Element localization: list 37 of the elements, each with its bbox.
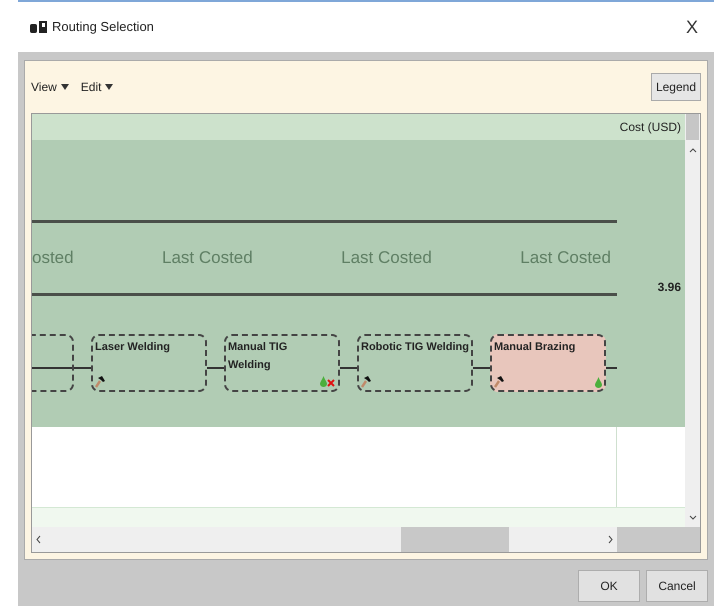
hammer-icon (95, 375, 106, 388)
dialog-button[interactable]: Cancel (646, 570, 708, 602)
menu-item[interactable]: Edit (80, 78, 114, 96)
lane-label: osted (32, 247, 74, 270)
routing-node[interactable]: Manual TIG Welding (224, 334, 340, 392)
close-button[interactable]: X (682, 14, 702, 40)
column-header: Cost (USD) (620, 119, 681, 136)
lane-label: Last Costed (162, 247, 253, 270)
hammer-icon (361, 375, 372, 388)
legend-button[interactable]: Legend (650, 73, 701, 101)
scrollbar-thumb[interactable] (401, 527, 509, 552)
vertical-scrollbar[interactable] (685, 114, 700, 527)
droplet-icon (595, 377, 602, 388)
menu-item[interactable]: View (31, 78, 69, 96)
node-label: Laser Welding (95, 340, 171, 355)
dropdown-caret-icon (60, 84, 69, 90)
lane-label: Last Costed (341, 247, 432, 270)
scroll-down-icon[interactable] (688, 514, 696, 520)
app-logo-icon (30, 21, 48, 33)
scroll-up-icon[interactable] (688, 148, 696, 152)
routing-node[interactable]: Robotic TIG Welding (357, 334, 473, 392)
scroll-right-icon[interactable] (608, 535, 613, 544)
hammer-icon (494, 375, 505, 388)
node-label: Manual TIG Welding (228, 340, 288, 373)
dropdown-caret-icon (105, 84, 114, 90)
droplet-icon (320, 376, 327, 387)
routing-node[interactable]: Laser Welding (91, 334, 207, 392)
window-title: Routing Selection (52, 18, 154, 36)
error-x-icon (327, 379, 335, 387)
dialog-button[interactable]: OK (578, 570, 640, 602)
scrollbar-thumb[interactable] (686, 114, 699, 140)
cost-value: 3.96 (658, 279, 681, 296)
node-label: Robotic TIG Welding (361, 340, 469, 355)
node-label: Manual Brazing (494, 340, 576, 355)
scroll-left-icon[interactable] (36, 535, 41, 544)
routing-node[interactable]: Manual Brazing (490, 334, 606, 392)
lane-label: Last Costed (520, 247, 611, 270)
